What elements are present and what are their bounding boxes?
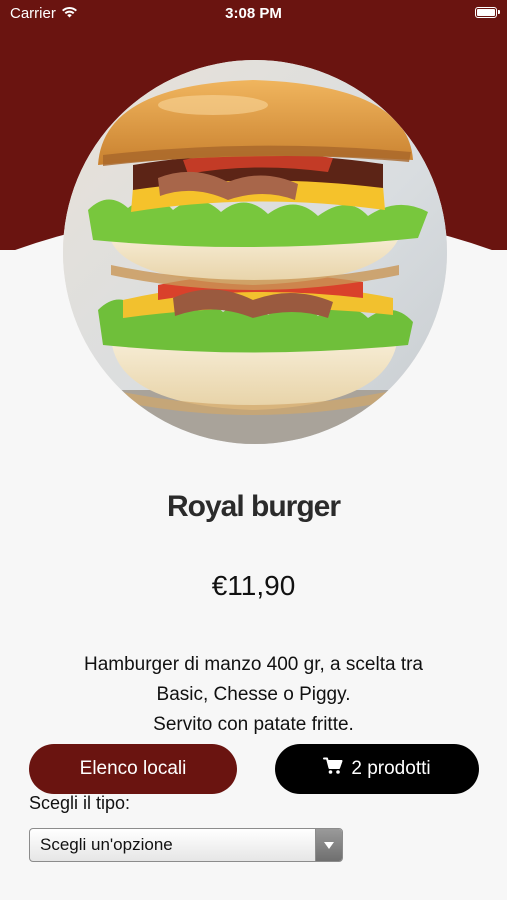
type-select[interactable]: Scegli un'opzione xyxy=(29,828,343,862)
cart-label: 2 prodotti xyxy=(351,758,431,779)
type-select-value: Scegli un'opzione xyxy=(40,835,173,854)
status-bar: Carrier 3:08 PM xyxy=(0,0,507,28)
product-name: Royal burger xyxy=(166,490,341,523)
description-line: Servito con patate fritte. xyxy=(153,714,354,735)
elenco-locali-button[interactable]: Elenco locali xyxy=(29,744,237,794)
description-line: Hamburger di manzo 400 gr, a scelta tra xyxy=(83,654,423,675)
product-image xyxy=(63,60,447,444)
description-line: Basic, Chesse o Piggy. xyxy=(156,684,351,705)
elenco-locali-label: Elenco locali xyxy=(79,758,187,779)
status-time: 3:08 PM xyxy=(225,5,282,22)
battery-icon xyxy=(475,7,500,18)
cart-button[interactable]: 2 prodotti xyxy=(275,744,479,794)
product-price: €11,90 xyxy=(211,570,296,601)
type-select-label: Scegli il tipo: xyxy=(29,793,131,813)
cart-icon xyxy=(323,757,343,781)
chevron-down-icon[interactable] xyxy=(315,829,342,861)
product-description: Hamburger di manzo 400 gr, a scelta tra … xyxy=(30,650,477,740)
